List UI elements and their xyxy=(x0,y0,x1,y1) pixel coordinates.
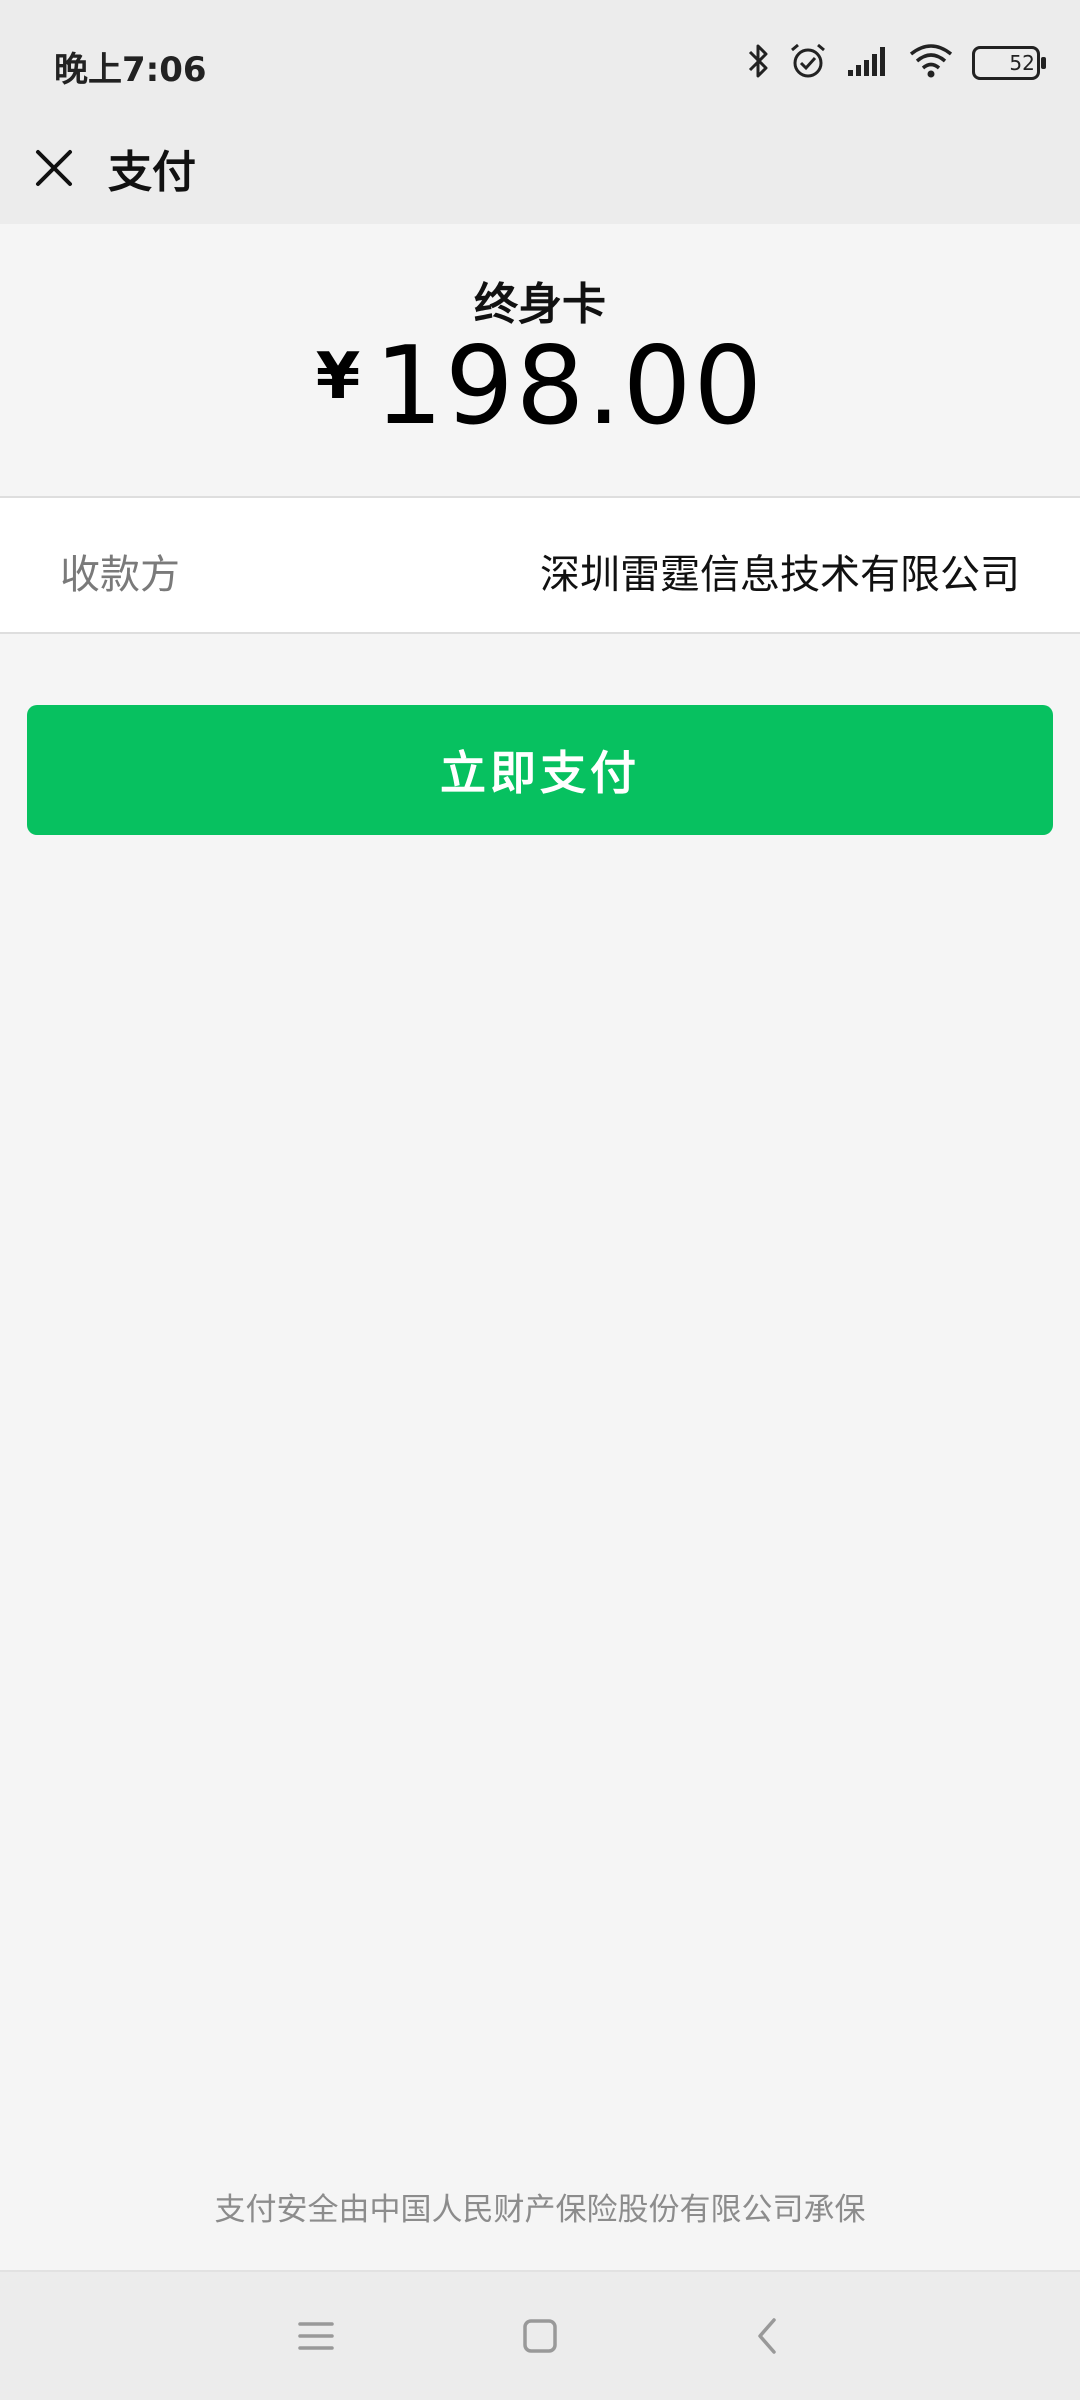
payee-label: 收款方 xyxy=(60,552,180,598)
status-bar: 晚上7:06 52 xyxy=(0,0,1080,128)
payee-name: 深圳雷霆信息技术有限公司 xyxy=(540,552,1020,598)
battery-icon: 52 xyxy=(972,46,1046,80)
page-title: 支付 xyxy=(108,147,196,198)
system-nav-bar xyxy=(0,2270,1080,2400)
back-icon xyxy=(758,2318,776,2354)
menu-button[interactable] xyxy=(280,2300,352,2372)
wifi-icon xyxy=(908,42,954,84)
payee-row: 收款方 深圳雷霆信息技术有限公司 xyxy=(0,496,1080,634)
order-summary: 终身卡 ¥ 198.00 xyxy=(0,224,1080,496)
status-icons: 52 xyxy=(746,40,1046,86)
pay-now-button[interactable]: 立即支付 xyxy=(27,705,1053,835)
price-amount: 198.00 xyxy=(374,324,765,449)
price: ¥ 198.00 xyxy=(0,324,1080,449)
product-name: 终身卡 xyxy=(474,279,606,330)
home-icon xyxy=(523,2319,557,2353)
close-button[interactable] xyxy=(24,138,84,198)
status-time: 晚上7:06 xyxy=(54,50,207,90)
close-icon xyxy=(36,150,72,186)
bluetooth-icon xyxy=(746,42,770,84)
currency-symbol: ¥ xyxy=(315,340,361,414)
insurance-note: 支付安全由中国人民财产保险股份有限公司承保 xyxy=(214,2192,866,2228)
alarm-icon xyxy=(788,41,828,85)
back-button[interactable] xyxy=(732,2300,804,2372)
battery-level: 52 xyxy=(1009,51,1035,75)
nav-bar: 支付 xyxy=(0,128,1080,224)
menu-icon xyxy=(298,2322,334,2350)
signal-icon xyxy=(846,44,890,82)
home-button[interactable] xyxy=(504,2300,576,2372)
